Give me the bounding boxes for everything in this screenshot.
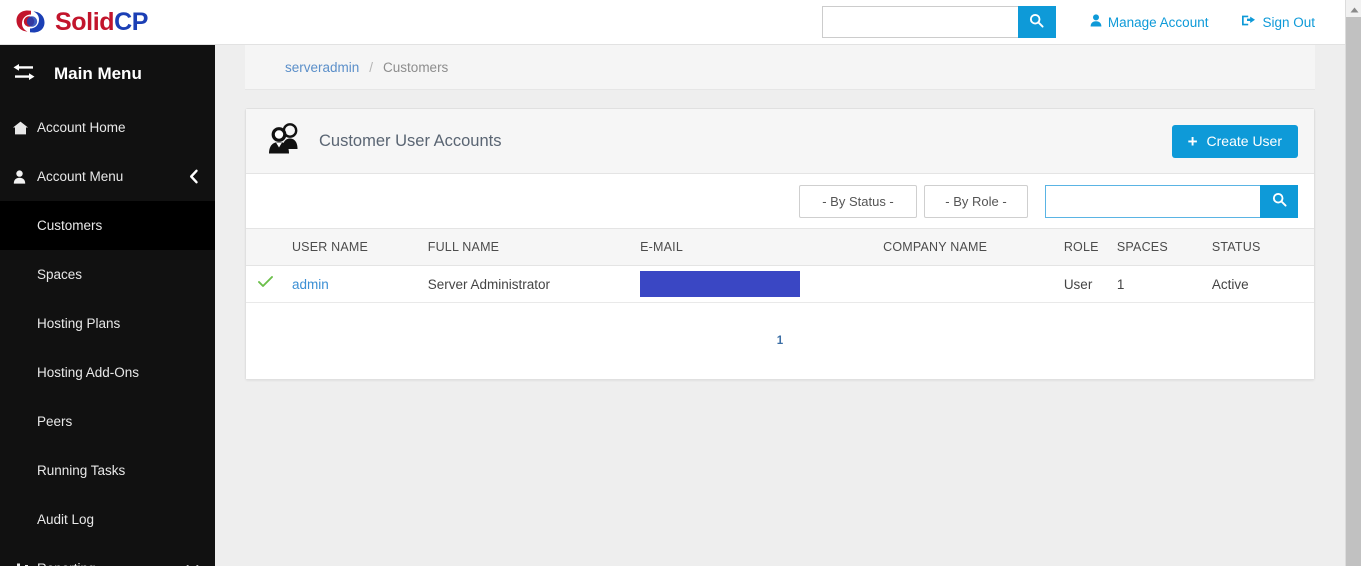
filter-by-role-label: - By Role - xyxy=(945,193,1007,209)
column-user-name: USER NAME xyxy=(291,240,369,254)
row-user-name-cell: admin xyxy=(292,266,428,303)
row-role-cell: User xyxy=(1063,276,1093,292)
column-email: E-MAIL xyxy=(640,240,683,254)
user-icon xyxy=(1090,14,1102,30)
column-company-name: COMPANY NAME xyxy=(883,240,988,254)
triangle-up-icon xyxy=(1350,0,1359,18)
column-full-name: FULL NAME xyxy=(427,240,500,254)
sidebar-item-label: Reporting xyxy=(37,561,96,566)
chevron-left-icon[interactable] xyxy=(189,169,199,184)
sign-out-link[interactable]: Sign Out xyxy=(1242,14,1315,30)
sidebar-item-label: Spaces xyxy=(37,267,83,282)
plus-icon: + xyxy=(1187,131,1198,151)
filter-by-role-select[interactable]: - By Role - xyxy=(924,184,1028,218)
sidebar-item-customers[interactable]: Customers xyxy=(0,201,215,250)
brand-name: SolidCP xyxy=(55,8,148,37)
table-row[interactable]: admin Server Administrator User 1 Active xyxy=(246,266,1314,303)
scrollbar-thumb[interactable] xyxy=(1346,17,1361,566)
sidebar-item-label: Hosting Plans xyxy=(37,316,121,331)
breadcrumb-link-serveradmin[interactable]: serveradmin xyxy=(285,60,359,75)
row-spaces-cell: 1 xyxy=(1116,276,1125,292)
table-search xyxy=(1045,184,1298,218)
create-user-button[interactable]: + Create User xyxy=(1171,124,1298,158)
create-user-label: Create User xyxy=(1206,133,1282,149)
brand-logo[interactable]: SolidCP xyxy=(0,6,148,38)
user-name-link[interactable]: admin xyxy=(292,277,329,292)
customers-panel: Customer User Accounts + Create User - B… xyxy=(245,108,1315,380)
application-root: SolidCP Manage Account Sign Out Main Men… xyxy=(0,0,1361,566)
sign-out-label: Sign Out xyxy=(1262,14,1315,30)
table-header: USER NAME FULL NAME E-MAIL COMPANY NAME … xyxy=(246,228,1314,266)
customers-icon xyxy=(266,122,302,161)
column-status: STATUS xyxy=(1211,240,1261,254)
user-icon xyxy=(13,169,35,184)
sidebar-header: Main Menu xyxy=(0,45,215,103)
table-search-input[interactable] xyxy=(1045,184,1260,218)
column-role: ROLE xyxy=(1063,240,1099,254)
column-select xyxy=(246,229,292,266)
filter-by-status-select[interactable]: - By Status - xyxy=(799,184,917,218)
table-body: admin Server Administrator User 1 Active xyxy=(246,266,1314,303)
bar-chart-icon xyxy=(13,562,35,566)
email-redaction-box xyxy=(640,271,801,297)
column-spaces: SPACES xyxy=(1116,240,1168,254)
top-bar: SolidCP Manage Account Sign Out xyxy=(0,0,1345,45)
breadcrumb-separator: / xyxy=(369,59,374,75)
breadcrumb-current: Customers xyxy=(383,59,449,75)
global-search xyxy=(821,6,1056,38)
global-search-button[interactable] xyxy=(1017,6,1056,38)
search-icon xyxy=(1272,192,1287,210)
table-header-row: USER NAME FULL NAME E-MAIL COMPANY NAME … xyxy=(246,228,1314,266)
row-status-cell: Active xyxy=(1211,276,1249,292)
main-content: serveradmin / Customers Customer User Ac… xyxy=(215,45,1345,566)
panel-title: Customer User Accounts xyxy=(319,131,502,150)
brand-name-solid: Solid xyxy=(55,7,115,36)
sidebar-item-label: Audit Log xyxy=(37,512,95,527)
sidebar-item-account-home[interactable]: Account Home xyxy=(0,103,215,152)
filter-by-status-label: - By Status - xyxy=(822,193,894,209)
pagination: 1 xyxy=(246,303,1314,379)
scrollbar-up-button[interactable] xyxy=(1346,0,1361,17)
sidebar-item-label: Running Tasks xyxy=(37,463,126,478)
row-company-name-cell xyxy=(883,266,1064,303)
sign-out-icon xyxy=(1242,14,1256,30)
page-scrollbar[interactable] xyxy=(1345,0,1361,566)
sidebar-item-label: Hosting Add-Ons xyxy=(37,365,140,380)
brand-name-cp: CP xyxy=(114,7,149,36)
sidebar: Main Menu Account Home Account Menu Cust… xyxy=(0,45,215,566)
panel-header: Customer User Accounts + Create User xyxy=(246,109,1314,174)
search-icon xyxy=(1029,13,1044,31)
exchange-arrows-icon xyxy=(12,62,36,87)
filter-row: - By Status - - By Role - xyxy=(246,174,1314,228)
table-search-button[interactable] xyxy=(1260,184,1298,218)
manage-account-link[interactable]: Manage Account xyxy=(1090,14,1209,30)
sidebar-item-label: Account Menu xyxy=(37,169,124,184)
sidebar-item-hosting-add-ons[interactable]: Hosting Add-Ons xyxy=(0,348,215,397)
row-status-check-cell xyxy=(246,266,292,303)
sidebar-item-audit-log[interactable]: Audit Log xyxy=(0,495,215,544)
home-icon xyxy=(13,121,35,135)
global-search-input[interactable] xyxy=(821,6,1018,38)
row-full-name-cell: Server Administrator xyxy=(427,276,551,292)
sidebar-item-running-tasks[interactable]: Running Tasks xyxy=(0,446,215,495)
sidebar-item-spaces[interactable]: Spaces xyxy=(0,250,215,299)
sidebar-item-label: Account Home xyxy=(37,120,126,135)
sidebar-header-label: Main Menu xyxy=(54,64,142,83)
top-navigation: Manage Account Sign Out xyxy=(821,6,1345,38)
sidebar-item-hosting-plans[interactable]: Hosting Plans xyxy=(0,299,215,348)
manage-account-label: Manage Account xyxy=(1107,14,1209,30)
solidcp-swirl-icon xyxy=(14,6,48,38)
customers-table: USER NAME FULL NAME E-MAIL COMPANY NAME … xyxy=(246,228,1314,303)
row-email-cell xyxy=(640,266,883,303)
green-check-icon xyxy=(258,275,273,292)
sidebar-item-reporting[interactable]: Reporting xyxy=(0,544,215,566)
sidebar-item-peers[interactable]: Peers xyxy=(0,397,215,446)
sidebar-item-account-menu[interactable]: Account Menu xyxy=(0,152,215,201)
sidebar-item-label: Peers xyxy=(37,414,73,429)
pagination-page-1[interactable]: 1 xyxy=(777,335,783,347)
breadcrumb: serveradmin / Customers xyxy=(245,45,1315,90)
sidebar-item-label: Customers xyxy=(37,218,103,233)
